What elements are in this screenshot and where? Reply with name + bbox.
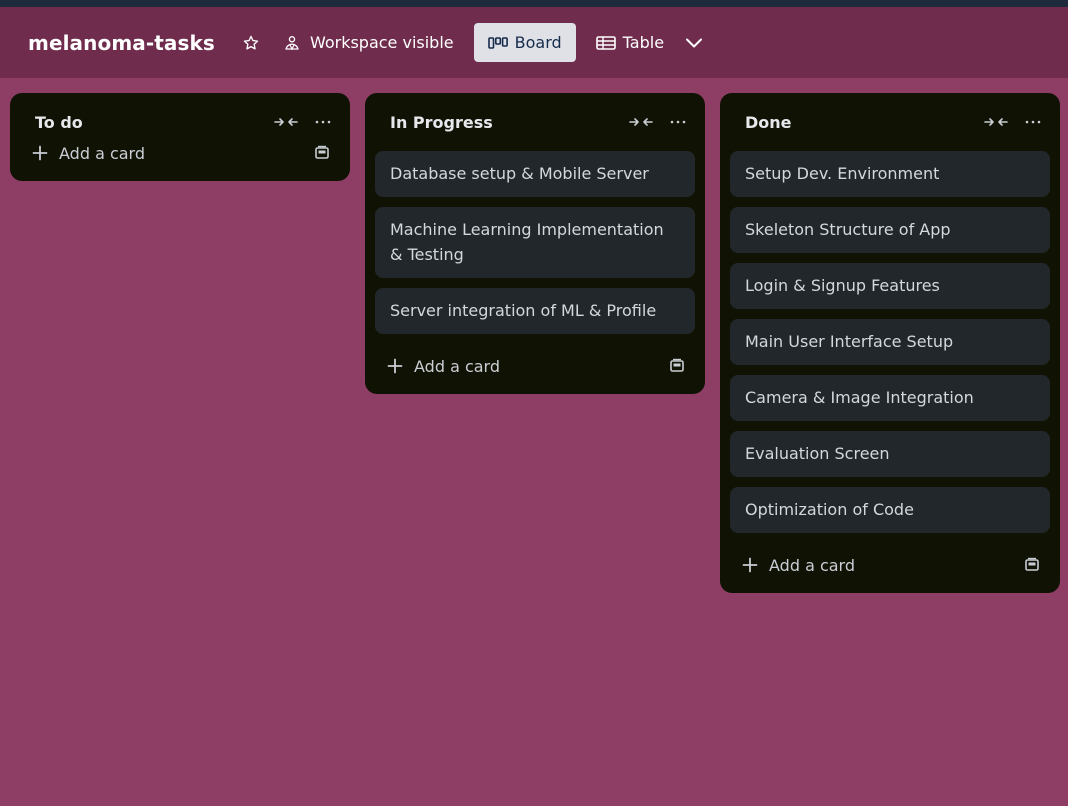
collapse-list-icon[interactable] [628,115,654,129]
card[interactable]: Machine Learning Implementation & Testin… [375,207,695,278]
card-template-icon[interactable] [1024,557,1040,573]
card[interactable]: Login & Signup Features [730,263,1050,309]
plus-icon [387,358,403,374]
list-todo: To do Add a card [10,93,350,181]
star-icon [243,35,259,50]
more-views-button[interactable] [682,31,706,55]
list-in-progress: In Progress Database setup & Mobile Serv… [365,93,705,394]
people-icon [285,35,299,50]
list-header: Done [720,93,1060,151]
board-view-button[interactable]: Board [473,23,576,62]
list-title[interactable]: Done [745,113,983,132]
card-list: Setup Dev. Environment Skeleton Structur… [720,151,1060,533]
list-more-icon[interactable] [314,115,332,129]
list-title[interactable]: In Progress [390,113,628,132]
collapse-list-icon[interactable] [273,115,299,129]
card[interactable]: Server integration of ML & Profile [375,288,695,334]
card[interactable]: Camera & Image Integration [730,375,1050,421]
card[interactable]: Database setup & Mobile Server [375,151,695,197]
board-title[interactable]: melanoma-tasks [28,31,215,55]
top-strip [0,0,1068,7]
workspace-visibility-button[interactable]: Workspace visible [283,25,454,61]
collapse-list-icon[interactable] [983,115,1009,129]
table-icon [595,35,616,50]
add-card-label: Add a card [414,356,501,376]
card[interactable]: Skeleton Structure of App [730,207,1050,253]
board-header: melanoma-tasks Workspace visible Board T… [0,7,1068,78]
card[interactable]: Optimization of Code [730,487,1050,533]
list-header: To do [10,93,350,151]
list-header: In Progress [365,93,705,151]
board-icon [487,36,508,49]
workspace-visibility-label: Workspace visible [309,33,454,52]
add-card-label: Add a card [769,555,856,575]
card-template-icon[interactable] [669,358,685,374]
table-view-label: Table [622,33,665,52]
card[interactable]: Main User Interface Setup [730,319,1050,365]
board-view-label: Board [514,33,562,52]
plus-icon [742,557,758,573]
list-more-icon[interactable] [1024,115,1042,129]
chevron-down-icon [686,38,703,47]
add-card-button[interactable]: Add a card [720,543,1060,587]
list-more-icon[interactable] [669,115,687,129]
star-button[interactable] [241,33,261,53]
list-done: Done Setup Dev. Environment Skeleton Str… [720,93,1060,593]
table-view-button[interactable]: Table [582,23,678,62]
list-title[interactable]: To do [35,113,273,132]
card[interactable]: Evaluation Screen [730,431,1050,477]
card[interactable]: Setup Dev. Environment [730,151,1050,197]
add-card-button[interactable]: Add a card [365,344,705,388]
card-list: Database setup & Mobile Server Machine L… [365,151,705,334]
